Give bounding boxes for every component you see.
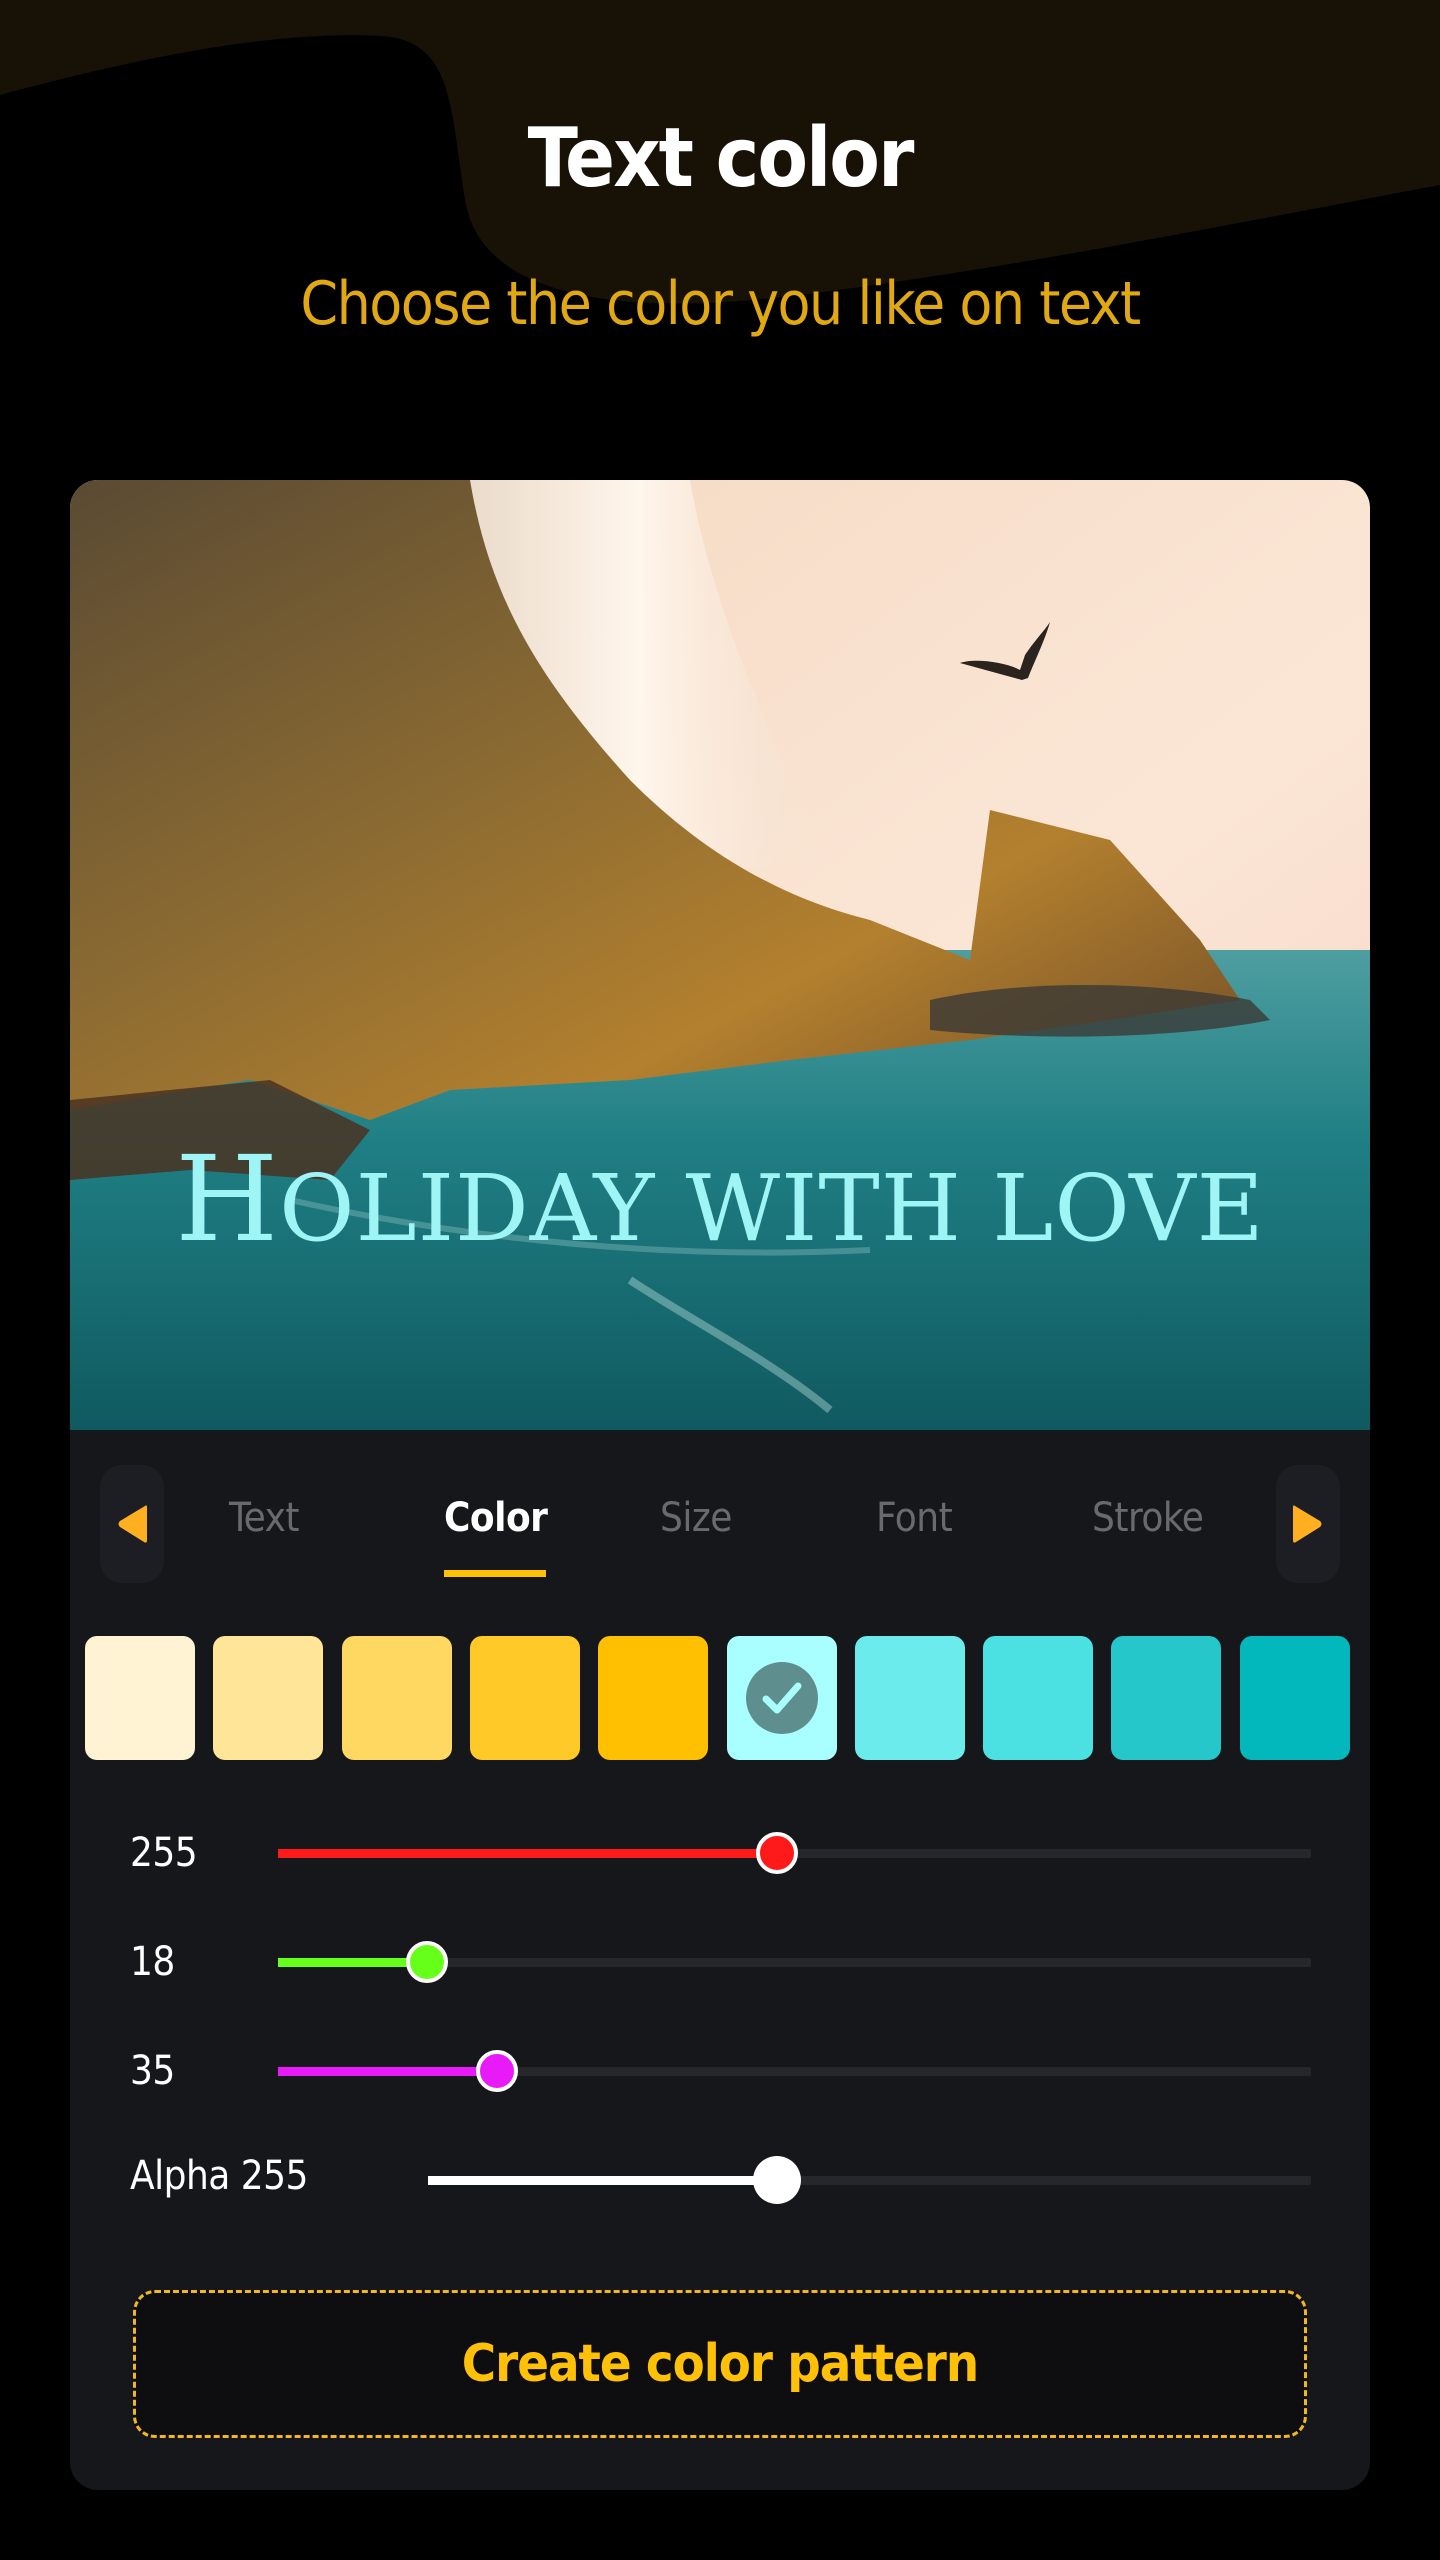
color-swatch[interactable] (726, 1636, 837, 1760)
overlay-text-initial: H (175, 1130, 280, 1268)
overlay-text-rest: OLIDAY WITH LOVE (279, 1155, 1265, 1262)
slider-red-fill (278, 1849, 777, 1858)
tab-text[interactable]: Text (229, 1498, 300, 1538)
color-swatch[interactable] (983, 1636, 1094, 1760)
color-swatch[interactable] (1111, 1636, 1222, 1760)
tab-size[interactable]: Size (660, 1498, 732, 1538)
slider-red-thumb[interactable] (755, 1832, 798, 1874)
slider-blue: 35 (70, 2050, 1370, 2131)
slider-green-thumb[interactable] (405, 1941, 448, 1983)
page-subtitle: Choose the color you like on text (300, 269, 1141, 339)
header-background-shape (0, 0, 1440, 304)
tab-font[interactable]: Font (876, 1498, 953, 1538)
slider-green-fill (278, 1958, 427, 1967)
tabs-prev-button[interactable] (100, 1465, 164, 1583)
slider-red-track[interactable] (278, 1832, 1311, 1874)
slider-alpha-track[interactable] (428, 2156, 1311, 2204)
slider-blue-track[interactable] (278, 2050, 1311, 2092)
triangle-left-icon (118, 1505, 147, 1543)
color-swatch[interactable] (469, 1636, 580, 1760)
slider-blue-thumb[interactable] (475, 2050, 518, 2092)
slider-alpha-thumb[interactable] (752, 2156, 801, 2204)
create-color-pattern-label: Create color pattern (461, 2334, 979, 2394)
color-swatch[interactable] (598, 1636, 709, 1760)
overlay-text[interactable]: HOLIDAY WITH LOVE (70, 1140, 1370, 1258)
preview-photo: HOLIDAY WITH LOVE (70, 480, 1370, 1430)
color-swatch[interactable] (1239, 1636, 1350, 1760)
slider-green-label: 18 (130, 1939, 175, 1985)
triangle-right-icon (1293, 1505, 1322, 1543)
editor-card: HOLIDAY WITH LOVE Text Color Size Font S… (70, 480, 1370, 2490)
slider-blue-label: 35 (130, 2048, 175, 2094)
slider-green-track[interactable] (278, 1941, 1311, 1983)
slider-green: 18 (70, 1941, 1370, 2022)
active-tab-indicator (444, 1570, 546, 1577)
tab-color[interactable]: Color (444, 1498, 548, 1538)
slider-alpha: Alpha 255 (70, 2156, 1370, 2240)
tool-tabbar: Text Color Size Font Stroke (70, 1430, 1370, 1600)
slider-alpha-label: Alpha 255 (130, 2153, 308, 2199)
check-icon (745, 1662, 818, 1734)
create-color-pattern-button[interactable]: Create color pattern (133, 2290, 1307, 2438)
tab-stroke[interactable]: Stroke (1092, 1498, 1204, 1538)
color-swatch[interactable] (341, 1636, 452, 1760)
page-title: Text color (527, 111, 915, 206)
slider-blue-fill (278, 2067, 497, 2076)
slider-red: 255 (70, 1832, 1370, 1913)
color-swatch[interactable] (213, 1636, 324, 1760)
color-swatch[interactable] (85, 1636, 195, 1760)
color-swatches (85, 1636, 1350, 1760)
slider-red-label: 255 (130, 1830, 198, 1876)
tabs-next-button[interactable] (1276, 1465, 1340, 1583)
color-swatch[interactable] (854, 1636, 965, 1760)
slider-alpha-fill (428, 2176, 777, 2185)
